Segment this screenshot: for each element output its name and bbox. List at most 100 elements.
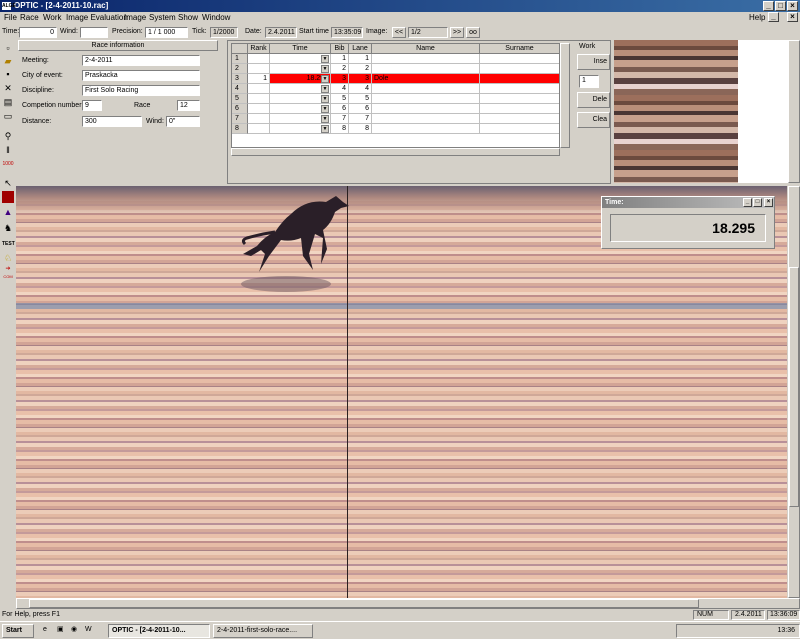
cell-lane[interactable]: 3 xyxy=(349,74,372,84)
open-icon[interactable]: ▰ xyxy=(2,55,14,67)
work-spinner[interactable]: 1 xyxy=(579,75,599,88)
task-image[interactable]: 2-4-2011-first-solo-race.... xyxy=(213,624,313,638)
grid-hscroll[interactable] xyxy=(231,148,560,156)
row-number[interactable]: 4 xyxy=(232,84,248,94)
competition-field[interactable]: 9 xyxy=(82,100,102,111)
media-icon[interactable]: ◉ xyxy=(68,624,80,638)
minimize-button[interactable]: _ xyxy=(763,1,774,11)
time-window-minimize[interactable]: _ xyxy=(743,198,752,207)
chevron-down-icon[interactable]: ▼ xyxy=(321,125,329,133)
cell-lane[interactable]: 2 xyxy=(349,64,372,74)
prev-image-button[interactable]: << xyxy=(392,27,406,38)
thumbnail-scrollbar[interactable] xyxy=(788,40,800,183)
cell-name[interactable]: Dole xyxy=(372,74,480,84)
task-optic[interactable]: OPTIC - [2-4-2011-10... xyxy=(108,624,210,638)
red-block-icon[interactable] xyxy=(2,191,14,203)
row-number[interactable]: 3 xyxy=(232,74,248,84)
menu-race[interactable]: Race xyxy=(20,12,39,24)
desktop-icon[interactable]: ▣ xyxy=(54,624,66,638)
menu-window[interactable]: Window xyxy=(202,12,230,24)
runner-icon[interactable]: ♞ xyxy=(2,222,14,234)
cell-surname[interactable] xyxy=(480,74,559,84)
time-field[interactable]: 0 xyxy=(19,27,57,38)
cell-rank[interactable] xyxy=(248,54,270,64)
cell-rank[interactable] xyxy=(248,94,270,104)
cell-lane[interactable]: 6 xyxy=(349,104,372,114)
menu-image[interactable]: Image xyxy=(124,12,146,24)
image-thumbnail[interactable] xyxy=(614,40,738,183)
cell-surname[interactable] xyxy=(480,124,559,134)
cell-name[interactable] xyxy=(372,114,480,124)
cell-bib[interactable]: 6 xyxy=(331,104,349,114)
cell-lane[interactable]: 1 xyxy=(349,54,372,64)
chevron-down-icon[interactable]: ▼ xyxy=(321,75,329,83)
cell-lane[interactable]: 5 xyxy=(349,94,372,104)
cell-rank[interactable] xyxy=(248,114,270,124)
arrow-icon[interactable]: ➔ COM xyxy=(2,266,14,279)
delete-button[interactable]: Dele xyxy=(577,92,610,108)
row-number[interactable]: 8 xyxy=(232,124,248,134)
col-lane[interactable]: Lane xyxy=(349,44,372,54)
word-icon[interactable]: W xyxy=(82,624,94,638)
chevron-down-icon[interactable]: ▼ xyxy=(321,85,329,93)
cell-lane[interactable]: 7 xyxy=(349,114,372,124)
ie-icon[interactable]: e xyxy=(40,624,52,638)
cell-rank[interactable] xyxy=(248,104,270,114)
menu-work[interactable]: Work xyxy=(43,12,62,24)
menu-system[interactable]: System xyxy=(149,12,176,24)
cell-surname[interactable] xyxy=(480,114,559,124)
row-number[interactable]: 6 xyxy=(232,104,248,114)
time-window-maximize[interactable]: □ xyxy=(753,198,762,207)
discipline-field[interactable]: First Solo Racing xyxy=(82,85,200,96)
wind-field[interactable] xyxy=(80,27,108,38)
cell-rank[interactable] xyxy=(248,64,270,74)
cell-surname[interactable] xyxy=(480,94,559,104)
cell-name[interactable] xyxy=(372,124,480,134)
cell-bib[interactable]: 2 xyxy=(331,64,349,74)
row-number[interactable]: 7 xyxy=(232,114,248,124)
cell-rank[interactable] xyxy=(248,124,270,134)
row-number[interactable]: 5 xyxy=(232,94,248,104)
cell-lane[interactable]: 8 xyxy=(349,124,372,134)
mdi-close-button[interactable]: × xyxy=(787,12,798,22)
meeting-field[interactable]: 2-4-2011 xyxy=(82,55,200,66)
zoom-button[interactable]: oo xyxy=(466,27,480,38)
image-hscroll[interactable] xyxy=(16,598,800,609)
cell-name[interactable] xyxy=(372,84,480,94)
row-number[interactable]: 2 xyxy=(232,64,248,74)
cell-name[interactable] xyxy=(372,54,480,64)
time-window-close[interactable]: × xyxy=(764,198,773,207)
new-icon[interactable]: ▫ xyxy=(2,42,14,54)
cell-bib[interactable]: 3 xyxy=(331,74,349,84)
close-icon[interactable]: ✕ xyxy=(2,82,14,94)
grid-vscroll[interactable] xyxy=(560,43,570,148)
row-number[interactable]: 1 xyxy=(232,54,248,64)
col-name[interactable]: Name xyxy=(372,44,480,54)
distance-field[interactable]: 300 xyxy=(82,116,142,127)
cell-surname[interactable] xyxy=(480,104,559,114)
cell-surname[interactable] xyxy=(480,64,559,74)
cell-name[interactable] xyxy=(372,94,480,104)
cell-bib[interactable]: 4 xyxy=(331,84,349,94)
cell-surname[interactable] xyxy=(480,84,559,94)
image-vscroll[interactable] xyxy=(788,186,800,598)
chevron-down-icon[interactable]: ▼ xyxy=(321,65,329,73)
bars-icon[interactable]: ‖ xyxy=(2,144,14,156)
city-field[interactable]: Praskacka xyxy=(82,70,200,81)
close-button[interactable]: × xyxy=(787,1,798,11)
purple-block-icon[interactable]: ▲ xyxy=(2,206,14,218)
cell-name[interactable] xyxy=(372,64,480,74)
cell-bib[interactable]: 5 xyxy=(331,94,349,104)
chevron-down-icon[interactable]: ▼ xyxy=(321,115,329,123)
vscroll-thumb[interactable] xyxy=(789,267,799,507)
pointer-icon[interactable]: ↖ xyxy=(2,177,14,189)
insert-button[interactable]: Inse xyxy=(577,54,610,70)
cell-rank[interactable]: 1 xyxy=(248,74,270,84)
precision-select[interactable]: 1 / 1 000 xyxy=(145,27,188,38)
cell-bib[interactable]: 7 xyxy=(331,114,349,124)
zoom-icon[interactable]: ⚲ xyxy=(2,130,14,142)
menu-image-evaluation[interactable]: Image Evaluation xyxy=(66,12,128,24)
col-bib[interactable]: Bib xyxy=(331,44,349,54)
window-icon[interactable]: ▭ xyxy=(2,110,14,122)
start-button[interactable]: Start xyxy=(2,624,34,638)
